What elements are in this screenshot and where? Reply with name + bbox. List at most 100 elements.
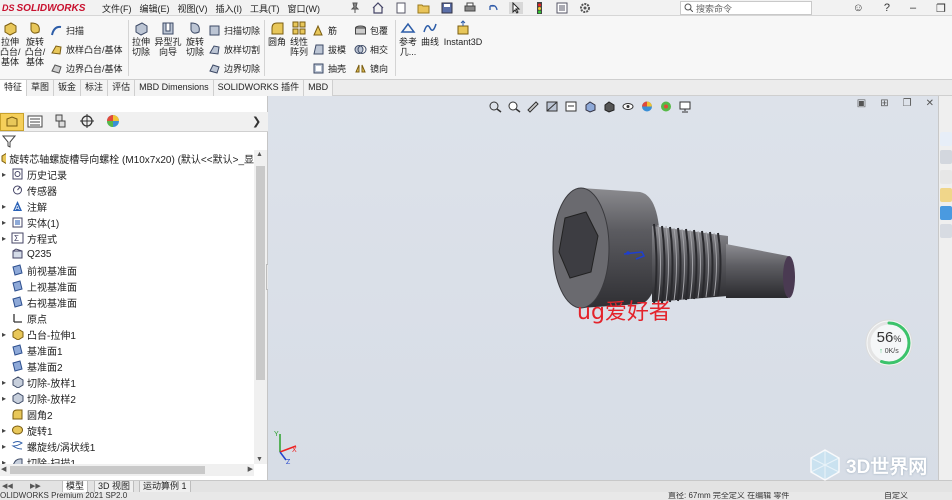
menu-insert[interactable]: 插入(I) — [216, 2, 243, 15]
help-icon[interactable]: ? — [884, 2, 890, 14]
menu-edit[interactable]: 编辑(E) — [140, 2, 170, 15]
extruded-boss-button[interactable]: 拉伸 凸台/ 基体 — [0, 18, 21, 67]
expand-arrow-icon[interactable]: ▸ — [0, 442, 8, 451]
scroll-down-arrow-icon[interactable]: ▼ — [256, 456, 263, 463]
mirror-button[interactable]: 镜向 — [354, 62, 388, 75]
tree-item[interactable]: ▸ 螺旋线/涡状线1 — [0, 438, 254, 454]
reference-geometry-button[interactable]: 参考 几... — [397, 18, 419, 57]
revolved-boss-button[interactable]: 旋转 凸台/ 基体 — [24, 18, 46, 67]
lofted-boss-button[interactable]: 放样凸台/基体 — [50, 43, 123, 56]
fillet-button[interactable]: 圆角 — [266, 18, 288, 47]
tree-vertical-scrollbar[interactable]: ▲ ▼ — [254, 150, 267, 464]
file-properties-icon[interactable] — [555, 2, 569, 14]
draft-button[interactable]: 拔模 — [312, 43, 346, 56]
swept-cut-button[interactable]: 扫描切除 — [208, 24, 260, 37]
dimxpert-manager-tab[interactable] — [76, 113, 100, 131]
scroll-up-arrow-icon[interactable]: ▲ — [256, 151, 263, 158]
vertical-scroll-thumb[interactable] — [256, 166, 265, 380]
undo-icon[interactable] — [486, 2, 500, 14]
menu-file[interactable]: 文件(F) — [102, 2, 132, 15]
tab-mbd-dimensions[interactable]: MBD Dimensions — [135, 80, 214, 96]
open-folder-icon[interactable] — [417, 2, 431, 14]
options-gear-icon[interactable] — [578, 2, 592, 14]
tree-item[interactable]: ▸ 历史记录 — [0, 166, 254, 182]
tree-root-part[interactable]: 旋转芯轴螺旋槽导向螺栓 (M10x7x20) (默认<<默认>_显 — [0, 150, 254, 166]
linear-pattern-button[interactable]: 线性 阵列 — [288, 18, 310, 57]
extruded-cut-button[interactable]: 拉伸 切除 — [130, 18, 152, 57]
tree-item[interactable]: 圆角2 — [0, 406, 254, 422]
expand-arrow-icon[interactable]: ▸ — [0, 394, 8, 403]
rib-button[interactable]: 筋 — [312, 24, 337, 37]
tabs-scroll-right-icon[interactable]: ▶▶ — [30, 482, 41, 490]
hole-wizard-button[interactable]: 异型孔 向导 — [154, 18, 182, 57]
menu-tools[interactable]: 工具(T) — [250, 2, 280, 15]
status-units[interactable]: 自定义 — [884, 492, 908, 500]
boundary-boss-button[interactable]: 边界凸台/基体 — [50, 62, 123, 75]
lofted-cut-button[interactable]: 放样切割 — [208, 43, 260, 56]
tree-item[interactable]: ▸ 实体(1) — [0, 214, 254, 230]
tab-markup[interactable]: 标注 — [81, 80, 109, 96]
custom-properties-icon[interactable] — [940, 224, 952, 238]
design-library-icon[interactable] — [940, 150, 952, 164]
bolt-model[interactable] — [268, 96, 938, 480]
select-arrow-icon[interactable] — [509, 1, 523, 14]
expand-arrow-icon[interactable]: ▸ — [0, 330, 8, 339]
appearances-scenes-icon[interactable] — [940, 206, 952, 220]
expand-arrow-icon[interactable]: ▸ — [0, 170, 8, 179]
tab-features[interactable]: 特征 — [0, 80, 28, 96]
swept-boss-button[interactable]: 扫描 — [50, 24, 84, 37]
traffic-light-icon[interactable] — [532, 2, 546, 14]
tree-filter[interactable] — [0, 132, 268, 150]
expand-arrow-icon[interactable]: ▸ — [0, 202, 8, 211]
configuration-manager-tab[interactable] — [50, 113, 74, 131]
tree-item[interactable]: 传感器 — [0, 182, 254, 198]
boundary-cut-button[interactable]: 边界切除 — [208, 62, 260, 75]
feature-manager-tab[interactable] — [0, 113, 24, 131]
solidworks-resources-home-icon[interactable] — [940, 132, 952, 146]
graphics-area[interactable]: ▣ ⊞ ❐ ✕ ug爱好者 Y X Z — [268, 96, 938, 480]
instant3d-button[interactable]: Instant3D — [443, 18, 483, 47]
tab-solidworks-addins[interactable]: SOLIDWORKS 插件 — [213, 80, 305, 96]
expand-arrow-icon[interactable]: ▸ — [0, 426, 8, 435]
tab-sheet-metal[interactable]: 钣金 — [54, 80, 82, 96]
tree-item[interactable]: 基准面2 — [0, 358, 254, 374]
tab-evaluate[interactable]: 评估 — [108, 80, 136, 96]
menu-view[interactable]: 视图(V) — [178, 2, 208, 15]
display-manager-tab[interactable] — [102, 113, 126, 131]
property-manager-tab[interactable] — [24, 113, 48, 131]
new-document-icon[interactable] — [394, 2, 408, 14]
tree-item[interactable]: ▸ A 注解 — [0, 198, 254, 214]
tree-item[interactable]: ▸ 切除-放样1 — [0, 374, 254, 390]
save-icon[interactable] — [440, 2, 454, 14]
tree-horizontal-scrollbar[interactable]: ◀ ▶ — [0, 464, 254, 476]
tree-item[interactable]: 右视基准面 — [0, 294, 254, 310]
search-commands-input[interactable]: 搜索命令 — [680, 1, 812, 15]
menu-window[interactable]: 窗口(W) — [288, 2, 321, 15]
tree-item[interactable]: 前视基准面 — [0, 262, 254, 278]
tree-item[interactable]: ▸ 凸台-拉伸1 — [0, 326, 254, 342]
horizontal-scroll-thumb[interactable] — [10, 466, 205, 474]
expand-arrow-icon[interactable]: ▸ — [0, 234, 8, 243]
tree-item[interactable]: ▸ 切除-扫描1 — [0, 454, 254, 464]
print-icon[interactable] — [463, 2, 477, 14]
restore-icon[interactable]: ❐ — [936, 2, 946, 15]
tree-item[interactable]: ▸ 旋转1 — [0, 422, 254, 438]
intersect-button[interactable]: 相交 — [354, 43, 388, 56]
pin-icon[interactable] — [348, 2, 362, 14]
expand-arrow-icon[interactable]: ▸ — [0, 218, 8, 227]
tree-item[interactable]: ▸ 切除-放样2 — [0, 390, 254, 406]
minimize-icon[interactable]: – — [910, 2, 916, 14]
curves-button[interactable]: 曲线 — [419, 18, 441, 47]
home-icon[interactable] — [371, 2, 385, 14]
tree-item[interactable]: Q235 — [0, 246, 254, 262]
tree-item[interactable]: 上视基准面 — [0, 278, 254, 294]
panel-expand-arrow-icon[interactable]: ❯ — [252, 115, 261, 128]
tree-item[interactable]: 基准面1 — [0, 342, 254, 358]
view-palette-icon[interactable] — [940, 188, 952, 202]
scroll-right-arrow-icon[interactable]: ▶ — [248, 465, 253, 473]
shell-button[interactable]: 抽壳 — [312, 62, 346, 75]
scroll-left-arrow-icon[interactable]: ◀ — [1, 465, 6, 473]
tab-sketch[interactable]: 草图 — [27, 80, 55, 96]
user-icon[interactable]: ☺ — [853, 2, 864, 14]
expand-arrow-icon[interactable]: ▸ — [0, 378, 8, 387]
